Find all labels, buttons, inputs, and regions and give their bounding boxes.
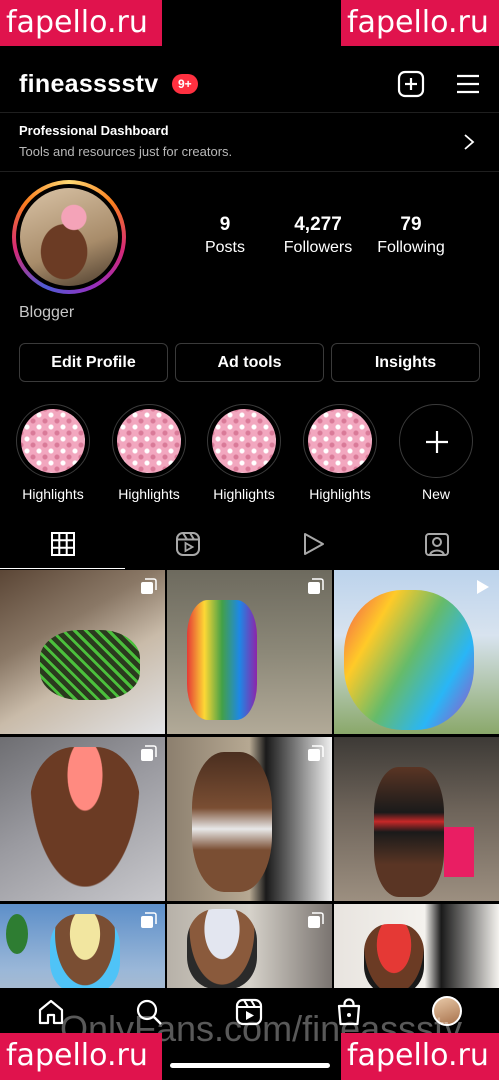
highlight-cover (212, 409, 276, 473)
avatar-border (16, 184, 122, 290)
home-indicator (170, 1063, 330, 1068)
highlight-label: Highlights (213, 486, 275, 502)
post-thumbnail[interactable] (0, 904, 165, 988)
new-highlight-label: New (421, 486, 450, 502)
highlight-item[interactable]: Highlights (303, 404, 377, 502)
post-thumbnail[interactable] (0, 737, 165, 901)
post-thumbnail[interactable] (334, 737, 499, 901)
post-image (187, 600, 257, 720)
multiple-posts-icon (141, 912, 157, 928)
insights-button[interactable]: Insights (331, 343, 480, 382)
post-thumbnail[interactable] (334, 570, 499, 734)
profile-header: fineasssstv 9+ (0, 62, 499, 106)
highlight-ring (303, 404, 377, 478)
reels-icon (175, 532, 200, 556)
following-label: Following (377, 239, 445, 256)
multiple-posts-icon (308, 912, 324, 928)
highlight-ring (207, 404, 281, 478)
grid-icon (50, 532, 75, 556)
highlight-label: Highlights (22, 486, 84, 502)
tab-videos[interactable] (250, 520, 375, 569)
bio-category: Blogger (19, 304, 75, 321)
watermark-bottom-left: fapello.ru (0, 1033, 162, 1080)
stat-followers[interactable]: 4,277 Followers (273, 214, 363, 257)
avatar (20, 188, 118, 286)
post-thumbnail[interactable] (167, 904, 332, 988)
chevron-right-icon (464, 134, 475, 150)
highlight-item[interactable]: Highlights (207, 404, 281, 502)
play-icon (303, 533, 324, 555)
post-image-detail (6, 914, 28, 954)
post-image (187, 909, 257, 988)
highlight-ring (112, 404, 186, 478)
multiple-posts-icon (308, 745, 324, 761)
profile-tabs (0, 520, 499, 569)
highlight-ring (16, 404, 90, 478)
post-thumbnail[interactable] (167, 737, 332, 901)
watermark-top-right: fapello.ru (341, 0, 499, 46)
tagged-icon (424, 533, 449, 556)
highlight-cover (117, 409, 181, 473)
post-image (40, 630, 140, 700)
followers-count: 4,277 (294, 214, 342, 235)
multiple-posts-icon (141, 745, 157, 761)
tab-grid[interactable] (0, 520, 125, 569)
dashboard-title: Professional Dashboard (19, 123, 169, 138)
post-image (30, 747, 140, 887)
followers-label: Followers (283, 239, 353, 256)
post-thumbnail[interactable] (0, 570, 165, 734)
reel-play-icon (477, 580, 489, 594)
ad-tools-button[interactable]: Ad tools (175, 343, 324, 382)
tab-reels[interactable] (125, 520, 250, 569)
post-image (364, 924, 424, 988)
post-image (192, 752, 272, 892)
multiple-posts-icon (141, 578, 157, 594)
hamburger-menu-icon[interactable] (454, 70, 482, 98)
post-image (344, 590, 474, 730)
dashboard-subtitle: Tools and resources just for creators. (19, 144, 233, 159)
highlight-cover (21, 409, 85, 473)
notification-badge[interactable]: 9+ (172, 74, 198, 94)
posts-label: Posts (204, 239, 245, 256)
stat-following[interactable]: 79 Following (366, 214, 456, 257)
highlight-label: Highlights (118, 486, 180, 502)
plus-icon (426, 431, 448, 453)
watermark-bottom-right: fapello.ru (341, 1033, 499, 1080)
stat-posts[interactable]: 9 Posts (180, 214, 270, 257)
highlight-item[interactable]: Highlights (112, 404, 186, 502)
new-highlight-button[interactable]: New (399, 404, 473, 502)
posts-count: 9 (219, 214, 231, 235)
profile-avatar-ring[interactable] (12, 180, 126, 294)
multiple-posts-icon (308, 578, 324, 594)
post-thumbnail[interactable] (334, 904, 499, 988)
highlight-label: Highlights (309, 486, 371, 502)
post-image-detail (444, 827, 474, 877)
edit-profile-button[interactable]: Edit Profile (19, 343, 168, 382)
post-image (374, 767, 444, 897)
following-count: 79 (400, 214, 422, 235)
highlight-cover (308, 409, 372, 473)
professional-dashboard[interactable]: Professional Dashboard Tools and resourc… (0, 112, 499, 172)
highlight-item[interactable]: Highlights (16, 404, 90, 502)
username[interactable]: fineasssstv (19, 70, 159, 99)
post-thumbnail[interactable] (167, 570, 332, 734)
tab-tagged[interactable] (374, 520, 499, 569)
new-highlight-ring (399, 404, 473, 478)
plus-square-icon[interactable] (397, 70, 425, 98)
watermark-top-left: fapello.ru (0, 0, 162, 46)
posts-grid (0, 570, 499, 988)
post-image (50, 914, 120, 988)
